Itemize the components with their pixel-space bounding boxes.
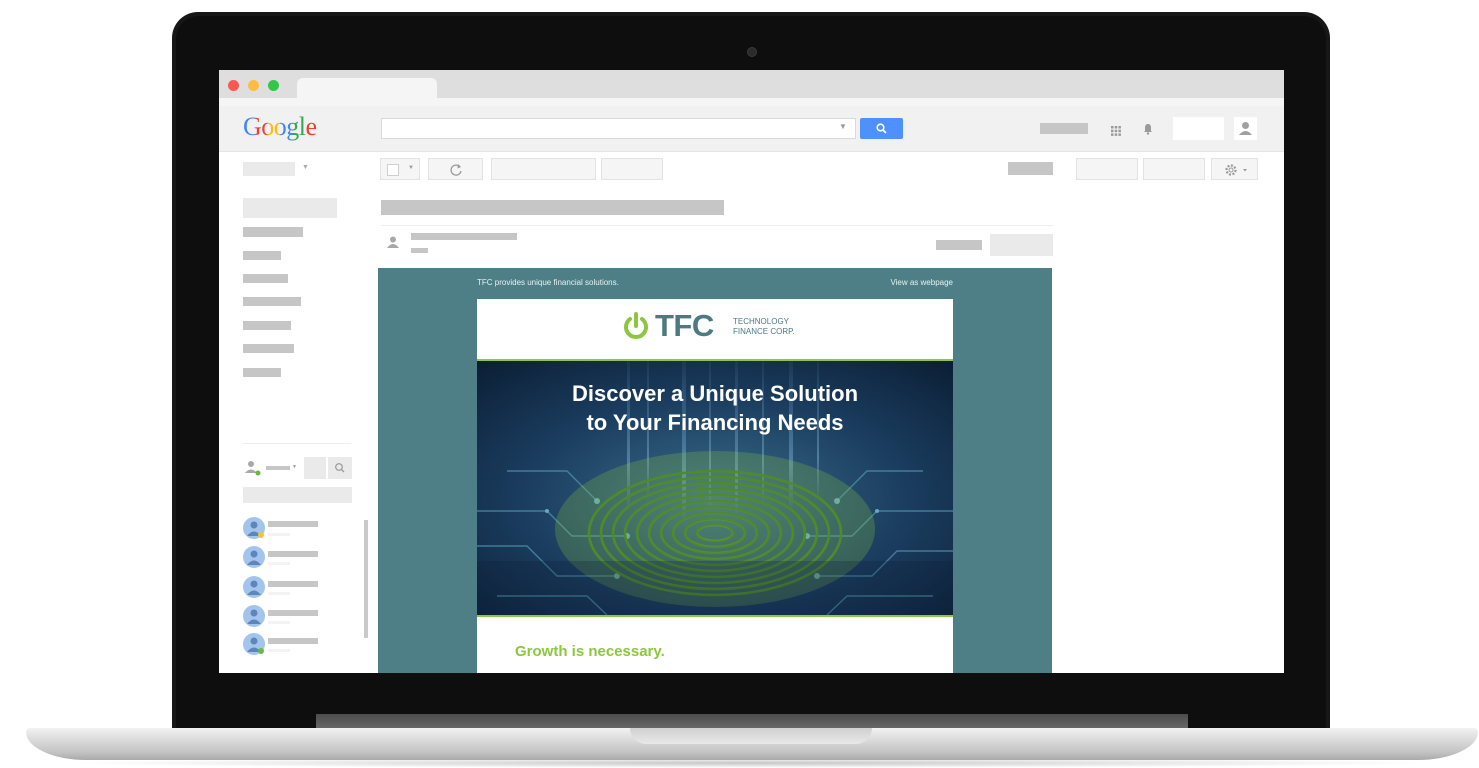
brand-name: TFC [655,308,714,343]
sidebar-item-inbox[interactable] [243,227,303,237]
contact-avatar[interactable] [243,633,265,655]
body-heading: Growth is necessary. [515,643,665,660]
avatar[interactable] [1234,117,1257,140]
person-icon [387,236,399,248]
chevron-down-icon[interactable]: ▼ [292,464,297,470]
contact-name[interactable] [268,610,318,616]
sidebar-divider [243,443,351,444]
sidebar-item-sent[interactable] [243,297,301,306]
contact-status [268,533,290,536]
settings-button[interactable] [1211,158,1258,180]
sidebar-item-drafts[interactable] [243,321,291,330]
account-name-placeholder[interactable] [1040,123,1088,134]
chat-search-input[interactable] [243,487,352,503]
refresh-icon [450,164,462,176]
chat-person-icon[interactable] [243,458,261,481]
more-actions-button[interactable] [491,158,596,180]
person-icon [1239,122,1252,135]
contact-status [268,562,290,565]
contact-name[interactable] [268,521,318,527]
checkbox[interactable] [387,164,399,176]
browser-toolbar [219,98,1284,106]
email-card: TFC TECHNOLOGY FINANCE CORP. Discover a … [477,299,953,673]
sender-avatar[interactable] [385,234,401,255]
minimize-window-button[interactable] [248,80,259,91]
person-icon [247,550,261,565]
newer-button[interactable] [1143,158,1205,180]
bell-icon[interactable] [1143,122,1153,140]
laptop-base-notch [630,728,872,744]
hero-banner[interactable]: Discover a Unique Solution to Your Finan… [477,359,953,617]
pagination-text [1008,162,1053,175]
contact-avatar[interactable] [243,546,265,568]
maximize-window-button[interactable] [268,80,279,91]
contact-avatar[interactable] [243,517,265,539]
contact-avatar[interactable] [243,605,265,627]
move-to-button[interactable] [601,158,663,180]
hero-headline: Discover a Unique Solution to Your Finan… [477,379,953,437]
compose-dropdown[interactable] [243,162,295,176]
search-icon [335,463,345,473]
sidebar-item-more[interactable] [243,368,281,377]
google-logo[interactable]: Google [243,112,317,142]
person-icon [247,580,261,595]
header-divider [381,225,1053,226]
apps-grid-icon[interactable] [1111,123,1121,141]
hangout-button[interactable] [304,457,326,479]
brand-tagline-line1: TECHNOLOGY [733,317,790,326]
refresh-button[interactable] [428,158,483,180]
email-subject [381,200,724,215]
share-box[interactable] [1173,117,1224,140]
chat-status-dropdown[interactable] [266,466,290,470]
gear-icon [1225,164,1247,176]
hero-headline-line1: Discover a Unique Solution [571,381,859,406]
sidebar-item-starred[interactable] [243,251,281,260]
logo-text: Google [243,112,317,141]
compose-button[interactable] [243,198,337,218]
email-body: TFC provides unique financial solutions.… [378,268,1052,673]
sidebar-scrollbar[interactable] [364,520,368,638]
sidebar-item-important[interactable] [243,274,288,283]
chevron-down-icon[interactable]: ▼ [302,164,309,171]
search-icon [876,123,887,134]
brand-tagline-line2: FINANCE CORP. [733,327,795,336]
contact-status [268,592,290,595]
close-window-button[interactable] [228,80,239,91]
email-timestamp [936,240,982,250]
power-icon [622,311,650,341]
contact-status [268,649,290,652]
search-options-icon[interactable]: ▼ [839,122,847,131]
hero-headline-line2: to Your Financing Needs [586,410,844,435]
email-preheader: TFC provides unique financial solutions. [477,278,619,287]
select-checkbox-dropdown[interactable]: ▼ [380,158,420,180]
contact-avatar[interactable] [243,576,265,598]
older-button[interactable] [1076,158,1138,180]
search-input[interactable] [381,118,856,139]
chevron-down-icon: ▼ [408,165,414,171]
browser-window: Google ▼ ▼ ▼ ▼ TFC provides unique finan… [219,70,1284,673]
reply-button[interactable] [990,234,1053,256]
contact-status [268,621,290,624]
contact-name[interactable] [268,551,318,557]
sidebar-item-spam[interactable] [243,344,294,353]
camera-icon [747,47,757,57]
recipient-info[interactable] [411,248,428,253]
person-icon [247,521,264,538]
view-as-webpage-link[interactable]: View as webpage [890,278,953,287]
sender-name[interactable] [411,233,517,240]
contact-name[interactable] [268,581,318,587]
chat-search-button[interactable] [328,457,352,479]
person-icon [247,609,261,624]
search-button[interactable] [860,118,903,139]
person-icon [247,637,264,654]
contact-name[interactable] [268,638,318,644]
